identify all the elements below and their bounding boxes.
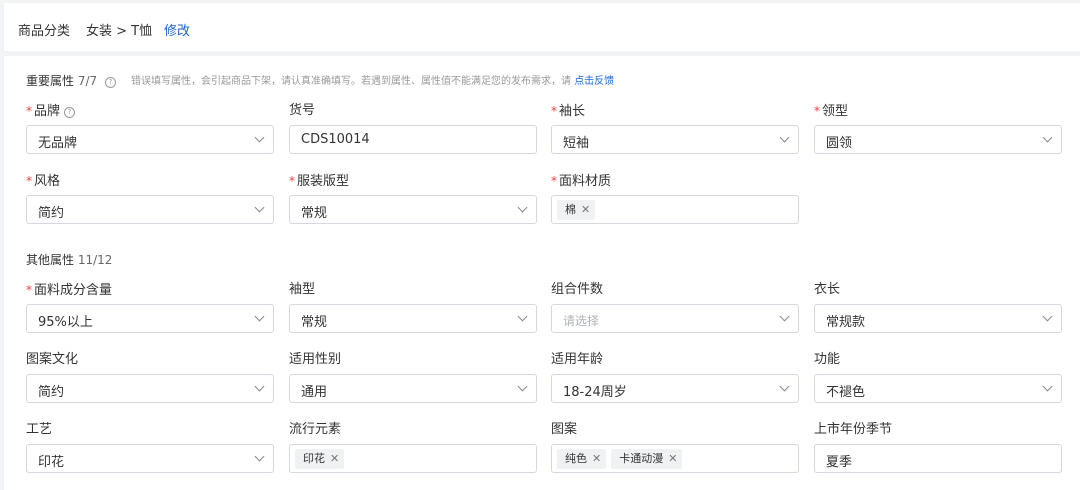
material-label: 面料材质 xyxy=(559,174,612,189)
chevron-down-icon xyxy=(254,202,265,213)
category-bar: 商品分类 女装 > T恤 修改 xyxy=(4,3,1080,51)
craft-label: 工艺 xyxy=(26,422,53,437)
close-icon[interactable]: ✕ xyxy=(581,200,590,220)
gender-select[interactable]: 通用 xyxy=(289,374,537,403)
tag-chip: 卡通动漫 ✕ xyxy=(611,449,683,469)
age-label: 适用年龄 xyxy=(551,352,604,367)
sleeve-length-select[interactable]: 短袖 xyxy=(551,125,799,154)
tag-chip: 纯色 ✕ xyxy=(557,449,607,469)
brand-field: * 品牌? 无品牌 xyxy=(26,102,274,154)
fabric-content-field: * 面料成分含量 95%以上 xyxy=(26,281,274,333)
help-icon[interactable]: ? xyxy=(64,107,76,118)
sleeve-type-select[interactable]: 常规 xyxy=(289,304,537,333)
trend-multiselect[interactable]: 印花 ✕ xyxy=(289,444,537,473)
other-attributes-title: 其他属性 xyxy=(26,253,75,267)
length-label: 衣长 xyxy=(814,282,841,297)
tag-chip: 棉 ✕ xyxy=(557,200,596,220)
material-field: * 面料材质 棉 ✕ xyxy=(551,172,799,224)
chevron-down-icon xyxy=(254,381,265,392)
chevron-down-icon xyxy=(779,311,790,322)
help-icon[interactable]: ? xyxy=(104,77,116,88)
fit-select[interactable]: 常规 xyxy=(289,195,537,224)
close-icon[interactable]: ✕ xyxy=(330,449,339,469)
style-field: * 风格 简约 xyxy=(26,172,274,224)
material-multiselect[interactable]: 棉 ✕ xyxy=(551,195,799,224)
set-count-label: 组合件数 xyxy=(551,282,604,297)
age-select[interactable]: 18-24周岁 xyxy=(551,374,799,403)
collar-label: 领型 xyxy=(822,104,849,119)
sleeve-type-label: 袖型 xyxy=(289,282,316,297)
sleeve-length-field: * 袖长 短袖 xyxy=(551,102,799,154)
important-attributes-header: 重要属性 7/7 ? xyxy=(26,72,116,89)
season-input[interactable]: 夏季 xyxy=(814,444,1062,473)
notice-text: 错误填写属性，会引起商品下架，请认真准确填写。若遇到属性、属性值不能满足您的发布… xyxy=(131,76,571,87)
function-field: 功能 不褪色 xyxy=(814,351,1062,403)
trend-label: 流行元素 xyxy=(289,422,342,437)
sleeve-length-label: 袖长 xyxy=(559,104,586,119)
close-icon[interactable]: ✕ xyxy=(592,449,601,469)
fit-field: * 服装版型 常规 xyxy=(289,172,537,224)
chevron-down-icon xyxy=(779,381,790,392)
set-count-field: 组合件数 请选择 xyxy=(551,281,799,333)
pattern-culture-field: 图案文化 简约 xyxy=(26,351,274,403)
important-attributes-count: 7/7 xyxy=(77,74,98,88)
sleeve-type-field: 袖型 常规 xyxy=(289,281,537,333)
pattern-multiselect[interactable]: 纯色 ✕ 卡通动漫 ✕ xyxy=(551,444,799,473)
item-no-label: 货号 xyxy=(289,103,316,118)
gender-label: 适用性别 xyxy=(289,352,342,367)
pattern-field: 图案 纯色 ✕ 卡通动漫 ✕ xyxy=(551,421,799,473)
brand-select[interactable]: 无品牌 xyxy=(26,125,274,154)
chevron-down-icon xyxy=(1042,381,1053,392)
category-path: 女装 > T恤 xyxy=(86,24,153,39)
attributes-notice: 错误填写属性，会引起商品下架，请认真准确填写。若遇到属性、属性值不能满足您的发布… xyxy=(131,72,614,87)
feedback-link[interactable]: 点击反馈 xyxy=(574,76,614,87)
pattern-culture-select[interactable]: 简约 xyxy=(26,374,274,403)
chevron-down-icon xyxy=(1042,132,1053,143)
fit-label: 服装版型 xyxy=(297,174,350,189)
pattern-culture-label: 图案文化 xyxy=(26,352,79,367)
item-no-input[interactable]: CDS10014 xyxy=(289,125,537,154)
other-attributes-header: 其他属性 11/12 xyxy=(26,251,112,268)
close-icon[interactable]: ✕ xyxy=(668,449,677,469)
fabric-content-label: 面料成分含量 xyxy=(34,283,113,298)
craft-select[interactable]: 印花 xyxy=(26,444,274,473)
chevron-down-icon xyxy=(254,311,265,322)
collar-select[interactable]: 圆领 xyxy=(814,125,1062,154)
function-label: 功能 xyxy=(814,352,841,367)
attributes-panel: 重要属性 7/7 ? 错误填写属性，会引起商品下架，请认真准确填写。若遇到属性、… xyxy=(4,56,1080,490)
length-select[interactable]: 常规款 xyxy=(814,304,1062,333)
season-label: 上市年份季节 xyxy=(814,422,893,437)
chevron-down-icon xyxy=(1042,311,1053,322)
chevron-down-icon xyxy=(517,311,528,322)
important-attributes-title: 重要属性 xyxy=(26,74,75,88)
season-field: 上市年份季节 夏季 xyxy=(814,421,1062,473)
length-field: 衣长 常规款 xyxy=(814,281,1062,333)
category-label: 商品分类 xyxy=(18,24,71,39)
set-count-select[interactable]: 请选择 xyxy=(551,304,799,333)
pattern-label: 图案 xyxy=(551,422,578,437)
craft-field: 工艺 印花 xyxy=(26,421,274,473)
edit-category-link[interactable]: 修改 xyxy=(164,20,190,39)
brand-label: 品牌 xyxy=(34,104,61,119)
chevron-down-icon xyxy=(254,451,265,462)
other-attributes-count: 11/12 xyxy=(77,253,113,267)
trend-field: 流行元素 印花 ✕ xyxy=(289,421,537,473)
style-label: 风格 xyxy=(34,174,61,189)
chevron-down-icon xyxy=(779,132,790,143)
chevron-down-icon xyxy=(254,132,265,143)
collar-field: * 领型 圆领 xyxy=(814,102,1062,154)
age-field: 适用年龄 18-24周岁 xyxy=(551,351,799,403)
function-select[interactable]: 不褪色 xyxy=(814,374,1062,403)
tag-chip: 印花 ✕ xyxy=(295,449,345,469)
chevron-down-icon xyxy=(517,202,528,213)
style-select[interactable]: 简约 xyxy=(26,195,274,224)
item-no-field: 货号 CDS10014 xyxy=(289,102,537,154)
fabric-content-select[interactable]: 95%以上 xyxy=(26,304,274,333)
chevron-down-icon xyxy=(517,381,528,392)
gender-field: 适用性别 通用 xyxy=(289,351,537,403)
